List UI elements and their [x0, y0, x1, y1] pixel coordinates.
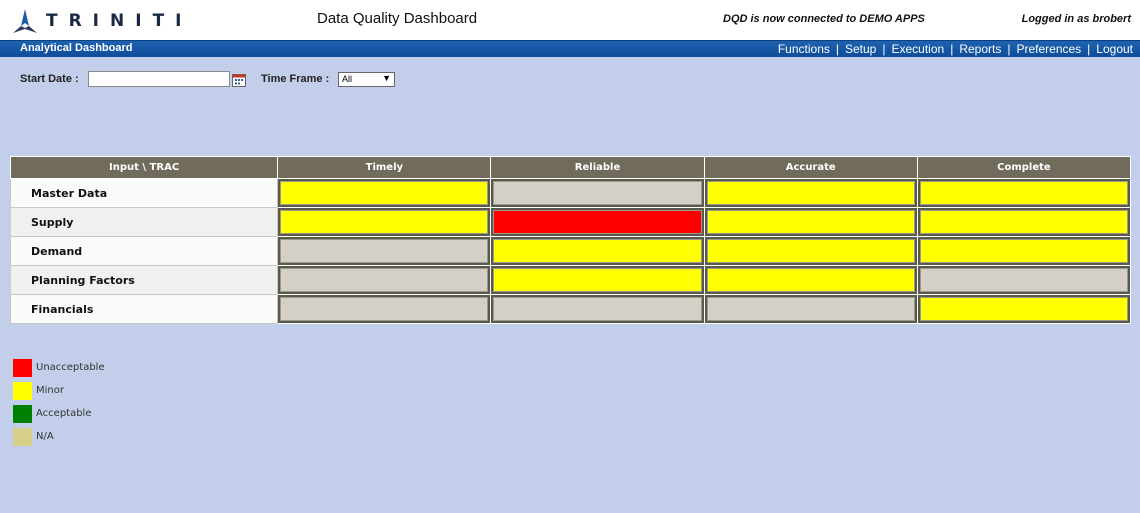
status-cell-timely[interactable] — [277, 207, 492, 237]
status-cell-accurate[interactable] — [703, 265, 918, 295]
status-cell-complete[interactable] — [916, 294, 1132, 324]
row-label: Demand — [9, 236, 279, 266]
status-fill — [493, 268, 702, 292]
table-row: Planning Factors — [9, 265, 1132, 295]
legend-label: Unacceptable — [36, 362, 105, 373]
legend: Unacceptable Minor Acceptable N/A — [13, 356, 105, 448]
status-cell-complete[interactable] — [916, 207, 1132, 237]
status-cell-complete[interactable] — [916, 236, 1132, 266]
status-cell-accurate[interactable] — [703, 236, 918, 266]
legend-swatch-unacceptable — [13, 358, 32, 377]
legend-label: Minor — [36, 385, 64, 396]
status-fill — [919, 268, 1128, 292]
status-fill — [706, 268, 915, 292]
nav-link-functions[interactable]: Functions — [778, 42, 830, 56]
status-cell-complete[interactable] — [916, 265, 1132, 295]
status-fill — [493, 181, 702, 205]
time-frame-value: All — [342, 74, 353, 84]
status-fill — [706, 297, 915, 321]
triniti-logo: TRINITI — [12, 8, 193, 34]
status-fill — [706, 181, 915, 205]
status-fill — [493, 297, 702, 321]
legend-label: Acceptable — [36, 408, 92, 419]
status-fill — [280, 268, 489, 292]
table-row: Demand — [9, 236, 1132, 266]
time-frame-label: Time Frame : — [261, 73, 330, 85]
trac-grid: Input \ TRAC Timely Reliable Accurate Co… — [9, 156, 1132, 324]
status-cell-complete[interactable] — [916, 178, 1132, 208]
start-date-label: Start Date : — [20, 73, 79, 85]
login-status: Logged in as brobert — [1021, 13, 1131, 25]
nav-title: Analytical Dashboard — [20, 42, 133, 54]
triniti-logo-icon — [13, 9, 37, 33]
nav-link-logout[interactable]: Logout — [1096, 42, 1133, 56]
table-row: Financials — [9, 294, 1132, 324]
legend-label: N/A — [36, 431, 54, 442]
nav-bar: Analytical Dashboard Functions | Setup |… — [0, 40, 1140, 57]
col-header-input-trac: Input \ TRAC — [9, 156, 279, 179]
status-fill — [706, 239, 915, 263]
status-fill — [493, 210, 702, 234]
status-fill — [919, 210, 1128, 234]
status-fill — [919, 181, 1128, 205]
row-label: Supply — [9, 207, 279, 237]
table-row: Supply — [9, 207, 1132, 237]
status-cell-timely[interactable] — [277, 265, 492, 295]
nav-link-reports[interactable]: Reports — [959, 42, 1001, 56]
status-cell-reliable[interactable] — [490, 236, 705, 266]
logo-text: TRINITI — [46, 11, 193, 31]
row-label: Master Data — [9, 178, 279, 208]
nav-links: Functions | Setup | Execution | Reports … — [778, 42, 1133, 56]
start-date-input[interactable] — [88, 71, 230, 87]
status-fill — [280, 239, 489, 263]
nav-separator: | — [950, 42, 954, 56]
status-cell-timely[interactable] — [277, 236, 492, 266]
status-fill — [919, 239, 1128, 263]
nav-separator: | — [835, 42, 839, 56]
status-fill — [280, 181, 489, 205]
nav-separator: | — [1007, 42, 1011, 56]
legend-item: Minor — [13, 379, 105, 402]
status-cell-accurate[interactable] — [703, 294, 918, 324]
legend-swatch-minor — [13, 381, 32, 400]
status-fill — [919, 297, 1128, 321]
row-label: Financials — [9, 294, 279, 324]
calendar-icon[interactable] — [232, 73, 246, 87]
col-header-complete: Complete — [916, 156, 1132, 179]
nav-link-execution[interactable]: Execution — [891, 42, 944, 56]
col-header-timely: Timely — [277, 156, 492, 179]
grid-header-row: Input \ TRAC Timely Reliable Accurate Co… — [9, 156, 1132, 179]
nav-link-preferences[interactable]: Preferences — [1016, 42, 1081, 56]
status-fill — [706, 210, 915, 234]
status-fill — [280, 297, 489, 321]
col-header-reliable: Reliable — [490, 156, 705, 179]
chevron-down-icon: ▼ — [382, 73, 391, 83]
app-title: Data Quality Dashboard — [317, 10, 478, 27]
nav-link-setup[interactable]: Setup — [845, 42, 876, 56]
col-header-accurate: Accurate — [703, 156, 918, 179]
status-fill — [493, 239, 702, 263]
legend-item: Unacceptable — [13, 356, 105, 379]
row-label: Planning Factors — [9, 265, 279, 295]
status-cell-timely[interactable] — [277, 178, 492, 208]
status-cell-timely[interactable] — [277, 294, 492, 324]
status-cell-reliable[interactable] — [490, 294, 705, 324]
status-fill — [280, 210, 489, 234]
status-cell-accurate[interactable] — [703, 207, 918, 237]
connection-status: DQD is now connected to DEMO APPS — [723, 13, 925, 25]
table-row: Master Data — [9, 178, 1132, 208]
legend-swatch-acceptable — [13, 404, 32, 423]
legend-item: Acceptable — [13, 402, 105, 425]
status-cell-accurate[interactable] — [703, 178, 918, 208]
legend-item: N/A — [13, 425, 105, 448]
status-cell-reliable[interactable] — [490, 207, 705, 237]
nav-separator: | — [882, 42, 886, 56]
status-cell-reliable[interactable] — [490, 265, 705, 295]
status-cell-reliable[interactable] — [490, 178, 705, 208]
top-header: TRINITI Data Quality Dashboard DQD is no… — [0, 0, 1140, 40]
time-frame-select[interactable]: All ▼ — [338, 72, 395, 87]
legend-swatch-na — [13, 427, 32, 446]
nav-separator: | — [1087, 42, 1091, 56]
